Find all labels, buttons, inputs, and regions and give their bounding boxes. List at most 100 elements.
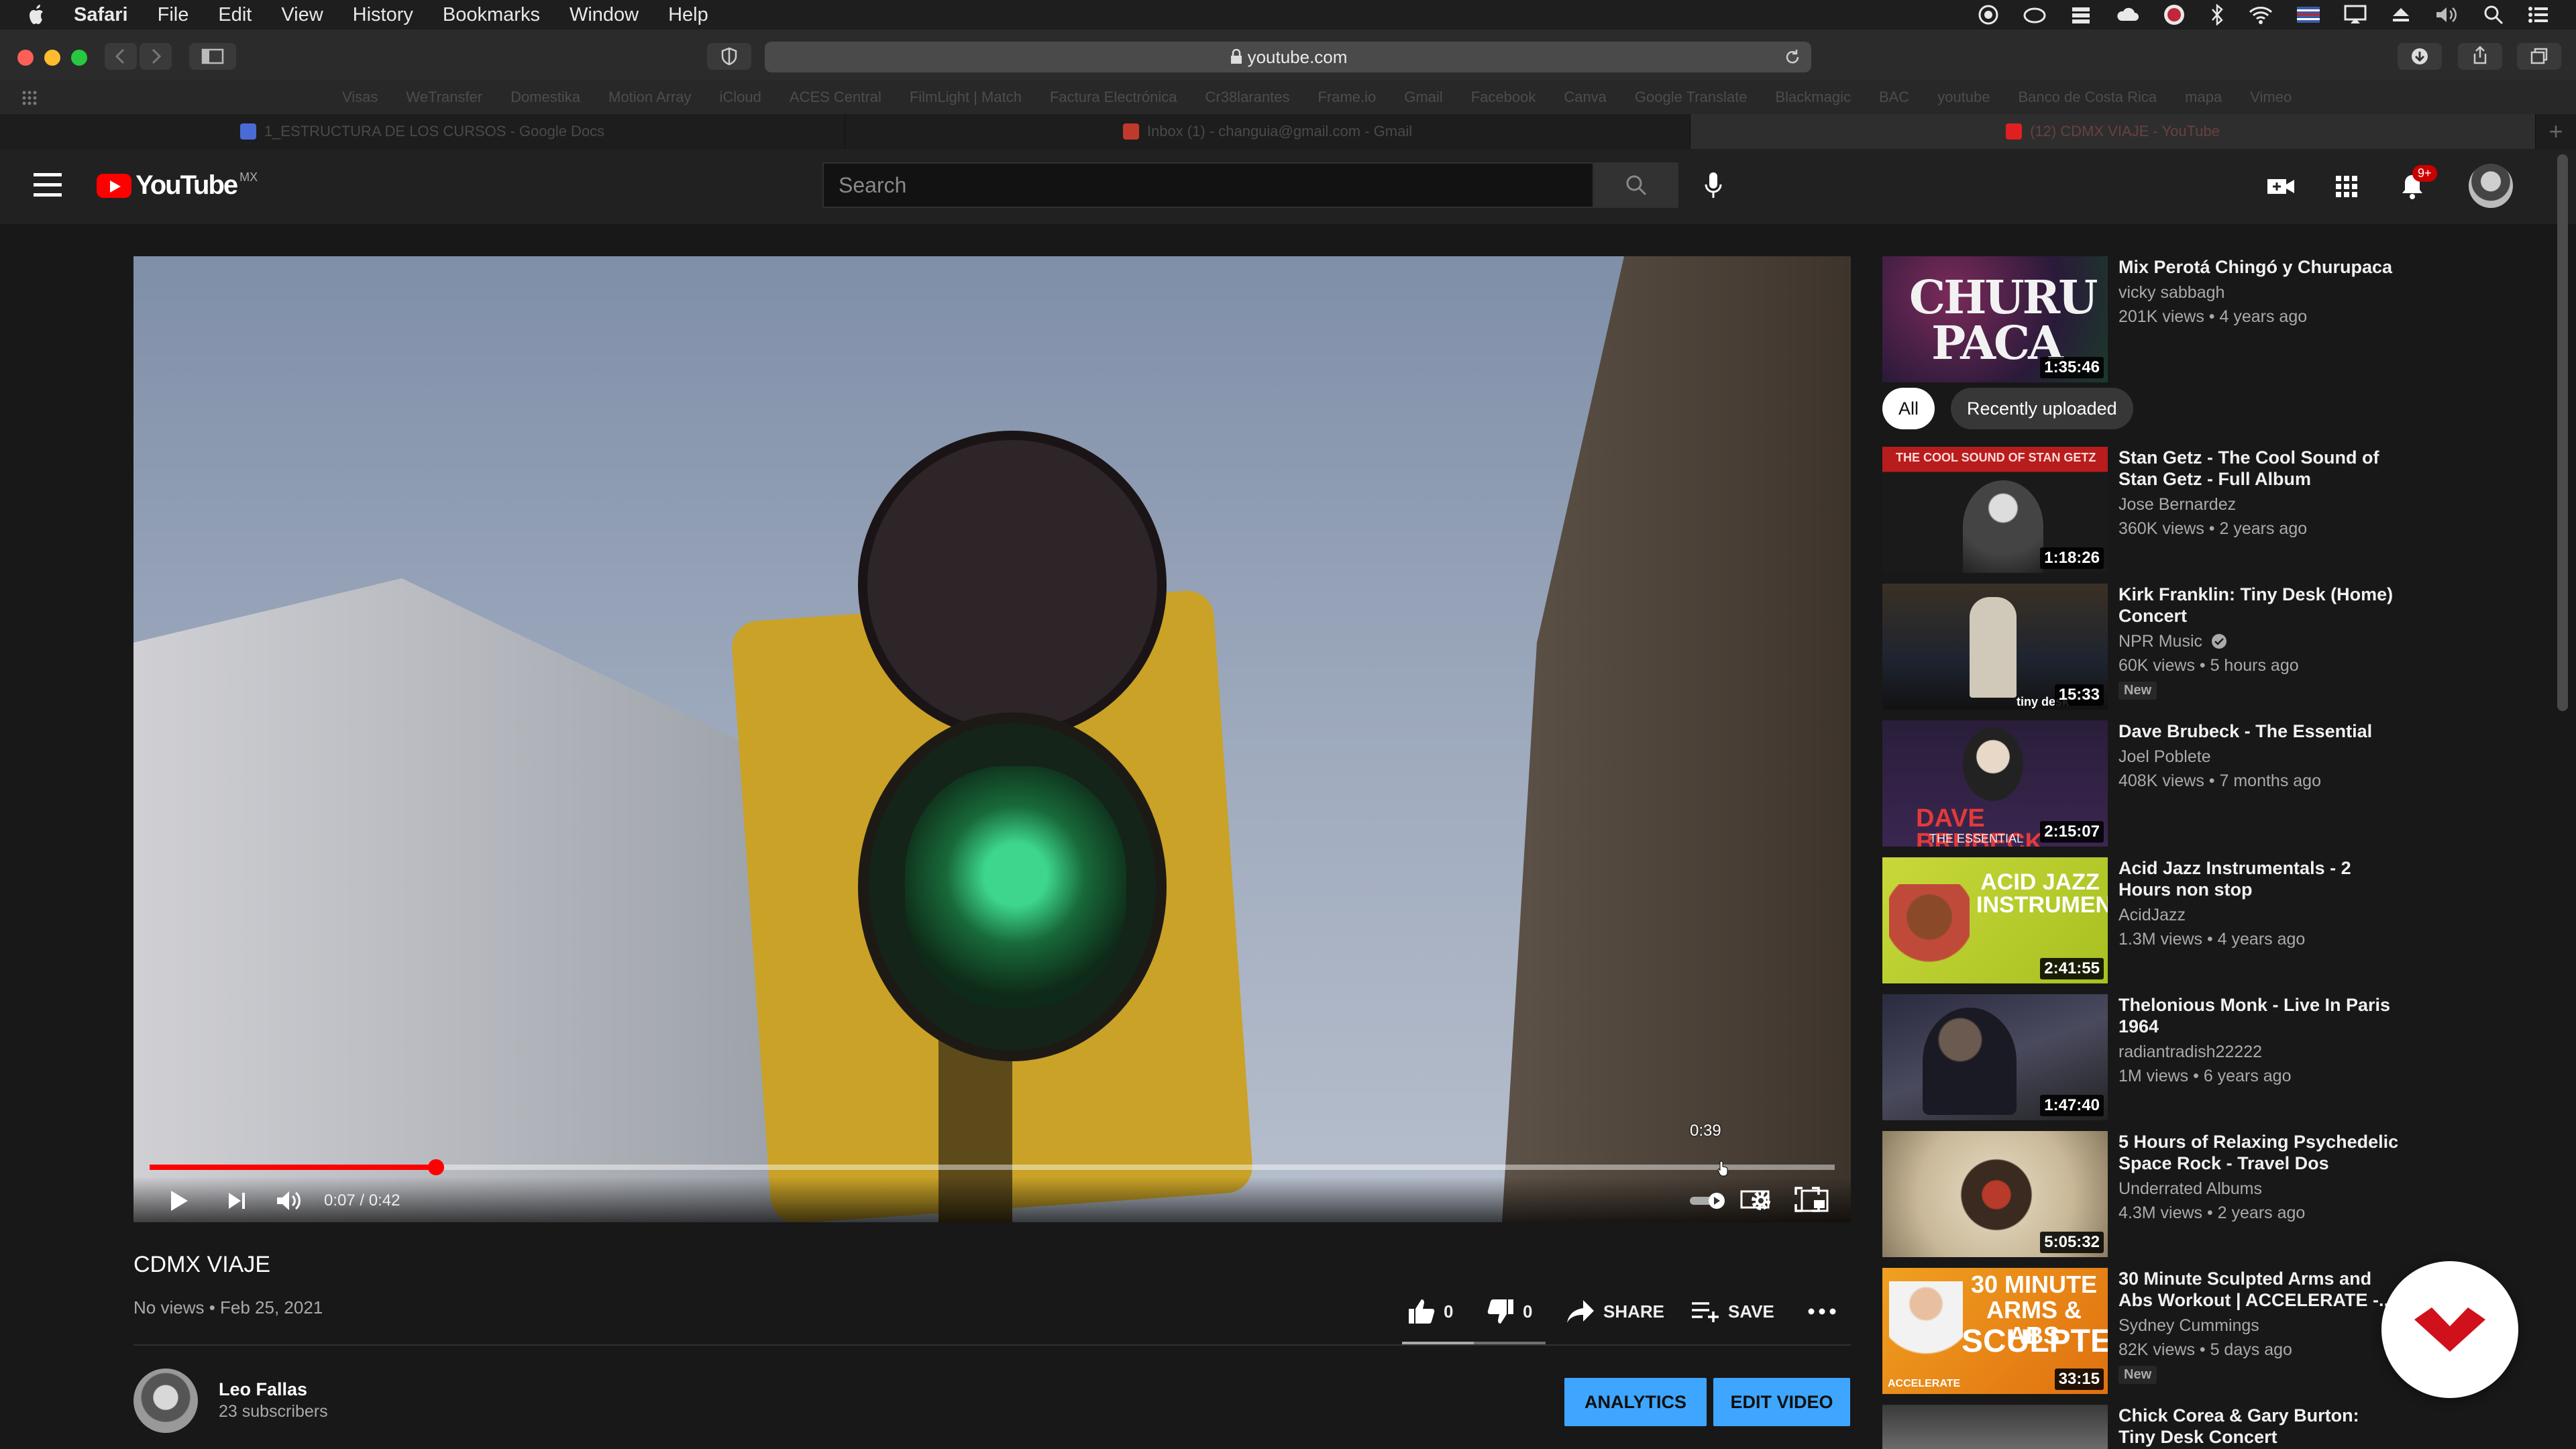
airplay-icon[interactable] [2344, 5, 2367, 25]
browser-tab-active[interactable]: (12) CDMX VIAJE - YouTube [1690, 114, 2536, 149]
analytics-button[interactable]: ANALYTICS [1564, 1378, 1707, 1426]
favorite-link[interactable]: Visas [342, 89, 378, 106]
grid-icon[interactable] [19, 87, 46, 107]
recommended-video[interactable]: tiny desk concerts 15:33 Kirk Franklin: … [1882, 584, 2393, 714]
channel-name[interactable]: Joel Poblete [2118, 747, 2211, 767]
menu-file[interactable]: File [158, 4, 189, 26]
favorite-link[interactable]: youtube [1937, 89, 1990, 106]
video-thumbnail[interactable]: tiny desk concerts 15:33 [1882, 584, 2108, 710]
channel-name[interactable]: vicky sabbagh [2118, 283, 2224, 303]
channel-name[interactable]: NPR Music [2118, 632, 2227, 651]
voice-search-button[interactable] [1697, 169, 1729, 201]
favorite-link[interactable]: WeTransfer [406, 89, 482, 106]
browser-tab[interactable]: Inbox (1) - changuia@gmail.com - Gmail [845, 114, 1690, 149]
channel-name[interactable]: radiantradish22222 [2118, 1042, 2262, 1062]
new-tab-button[interactable]: + [2536, 114, 2576, 149]
favorite-link[interactable]: Cr38larantes [1205, 89, 1290, 106]
notification-center-icon[interactable] [2528, 5, 2549, 24]
video-thumbnail[interactable]: ACID JAZZ INSTRUMENTALS 2:41:55 [1882, 857, 2108, 983]
close-window-button[interactable] [17, 50, 34, 66]
downloads-button[interactable] [2398, 43, 2442, 70]
recommended-video[interactable]: 5:05:32 5 Hours of Relaxing Psychedelic … [1882, 1131, 2398, 1261]
search-input[interactable]: Search [822, 162, 1594, 208]
scrubber-handle[interactable] [428, 1159, 444, 1175]
youtube-logo[interactable]: YouTube MX [97, 170, 258, 201]
favorite-link[interactable]: ACES Central [790, 89, 881, 106]
recommended-video[interactable]: CHURU PACA 1:35:46 Mix Perotá Chingó y C… [1882, 256, 2392, 386]
channel-avatar[interactable] [133, 1368, 198, 1433]
record-icon[interactable] [1978, 4, 1999, 25]
zoom-window-button[interactable] [71, 50, 87, 66]
create-video-button[interactable] [2266, 172, 2296, 201]
menu-app-safari[interactable]: Safari [74, 4, 128, 26]
channel-name[interactable]: Jose Bernardez [2118, 495, 2236, 515]
favorite-link[interactable]: Motion Array [608, 89, 692, 106]
bluetooth-icon[interactable] [2210, 4, 2224, 25]
tab-overview-button[interactable] [2517, 43, 2561, 70]
share-button[interactable]: SHARE [1566, 1295, 1664, 1328]
apps-button[interactable] [2332, 172, 2361, 201]
next-button[interactable] [222, 1186, 252, 1216]
menu-window[interactable]: Window [570, 4, 639, 26]
recommended-video[interactable]: 30 MINUTE ARMS & ABS SCULPTED ACCELERATE… [1882, 1268, 2394, 1398]
recommended-video[interactable]: DAVE BRUBECK THE ESSENTIAL 2:15:07 Dave … [1882, 720, 2392, 851]
sidebar-toggle-button[interactable] [189, 43, 236, 70]
video-thumbnail[interactable] [1882, 1405, 2108, 1449]
channel-name[interactable]: Sydney Cummings [2118, 1316, 2259, 1336]
favorite-link[interactable]: Blackmagic [1775, 89, 1850, 106]
search-button[interactable] [1594, 162, 1678, 208]
menu-icon[interactable] [34, 173, 62, 197]
favorite-link[interactable]: Frame.io [1318, 89, 1376, 106]
mute-button[interactable] [274, 1186, 304, 1216]
autoplay-toggle[interactable] [1688, 1186, 1729, 1216]
spotlight-icon[interactable] [2483, 5, 2504, 25]
favorite-link[interactable]: Canva [1564, 89, 1607, 106]
account-avatar[interactable] [2469, 164, 2513, 208]
share-button[interactable] [2458, 43, 2502, 70]
theater-mode-button[interactable] [1740, 1185, 1770, 1214]
video-thumbnail[interactable]: THE COOL SOUND OF STAN GETZ 1:18:26 [1882, 447, 2108, 573]
video-thumbnail[interactable]: 5:05:32 [1882, 1131, 2108, 1257]
page-scrollbar[interactable] [2557, 154, 2568, 711]
channel-name[interactable]: Leo Fallas [219, 1379, 307, 1400]
favorite-link[interactable]: Banco de Costa Rica [2019, 89, 2157, 106]
recommended-video[interactable]: ACID JAZZ INSTRUMENTALS 2:41:55 Acid Jaz… [1882, 857, 2392, 987]
browser-tab[interactable]: 1_ESTRUCTURA DE LOS CURSOS - Google Docs [0, 114, 845, 149]
cloud-sync-icon[interactable] [2116, 5, 2139, 25]
address-bar[interactable]: youtube.com [765, 42, 1811, 72]
chip-all[interactable]: All [1882, 388, 1935, 429]
fullscreen-button[interactable] [1792, 1185, 1822, 1214]
favorite-link[interactable]: iCloud [720, 89, 761, 106]
menu-help[interactable]: Help [668, 4, 708, 26]
video-thumbnail[interactable]: 1:47:40 [1882, 994, 2108, 1120]
chip-recently-uploaded[interactable]: Recently uploaded [1951, 388, 2133, 429]
video-thumbnail[interactable]: 30 MINUTE ARMS & ABS SCULPTED ACCELERATE… [1882, 1268, 2108, 1394]
like-button[interactable]: 0 [1407, 1295, 1453, 1328]
channel-name[interactable]: Underrated Albums [2118, 1179, 2262, 1199]
back-button[interactable] [105, 43, 137, 70]
wifi-icon[interactable] [2249, 5, 2273, 24]
floating-app-button[interactable] [2381, 1261, 2518, 1398]
favorite-link[interactable]: BAC [1879, 89, 1909, 106]
vpn-red-icon[interactable] [2163, 3, 2186, 26]
edit-video-button[interactable]: EDIT VIDEO [1713, 1378, 1850, 1426]
menu-edit[interactable]: Edit [218, 4, 252, 26]
forward-button[interactable] [140, 43, 172, 70]
favorite-link[interactable]: Gmail [1404, 89, 1442, 106]
favorite-link[interactable]: Vimeo [2250, 89, 2292, 106]
apple-menu-icon[interactable] [27, 3, 47, 26]
favorite-link[interactable]: FilmLight | Match [910, 89, 1022, 106]
favorite-link[interactable]: Facebook [1471, 89, 1536, 106]
video-player[interactable]: 0:39 0:07 / 0:42 [133, 256, 1851, 1222]
video-thumbnail[interactable]: CHURU PACA 1:35:46 [1882, 256, 2108, 382]
video-thumbnail[interactable]: DAVE BRUBECK THE ESSENTIAL 2:15:07 [1882, 720, 2108, 847]
more-actions-button[interactable] [1807, 1295, 1837, 1328]
channel-name[interactable]: AcidJazz [2118, 906, 2186, 925]
dislike-button[interactable]: 0 [1487, 1295, 1532, 1328]
creative-cloud-icon[interactable] [2023, 5, 2046, 25]
minimize-window-button[interactable] [44, 50, 60, 66]
menu-history[interactable]: History [353, 4, 413, 26]
stack-icon[interactable] [2070, 5, 2092, 25]
favorite-link[interactable]: mapa [2185, 89, 2222, 106]
privacy-report-button[interactable] [707, 43, 751, 70]
